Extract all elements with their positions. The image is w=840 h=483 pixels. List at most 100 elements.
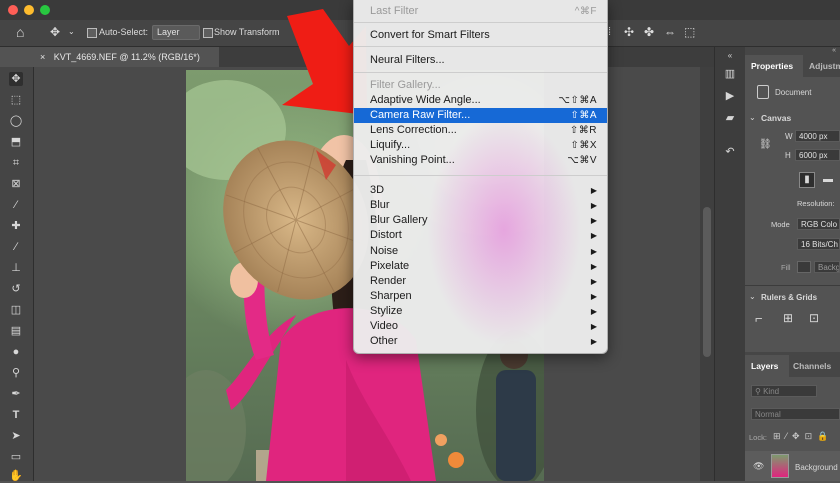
fill-label: Fill bbox=[781, 263, 791, 272]
lock-icons[interactable]: ⊞⁄✥⊡🔒 bbox=[773, 431, 833, 442]
distribute-icon[interactable]: ⁞ bbox=[608, 26, 611, 38]
menu-item-render[interactable]: Render ▶ bbox=[354, 274, 607, 289]
menu-item-neural-filters[interactable]: Neural Filters... bbox=[354, 53, 607, 68]
width-input[interactable]: 4000 px bbox=[795, 130, 840, 142]
collapse-panels-icon[interactable]: « bbox=[723, 49, 737, 63]
tab-adjustments[interactable]: Adjustm bbox=[803, 55, 840, 77]
layer-thumbnail bbox=[771, 454, 789, 478]
tab-channels[interactable]: Channels bbox=[787, 355, 840, 377]
show-transform-label: Show Transform bbox=[214, 27, 280, 37]
fill-swatch[interactable] bbox=[797, 261, 811, 273]
path-selection-tool-icon[interactable]: ➤ bbox=[9, 429, 23, 443]
landscape-orientation-icon[interactable]: ▬ bbox=[820, 172, 836, 188]
mode-select[interactable]: RGB Colo bbox=[797, 218, 840, 230]
kind-placeholder: Kind bbox=[763, 387, 780, 396]
3d-orbit-icon[interactable]: ✣ bbox=[624, 25, 634, 39]
healing-brush-tool-icon[interactable]: ✚ bbox=[9, 219, 23, 233]
3d-scale-icon[interactable]: ⬚ bbox=[684, 25, 695, 39]
show-transform-checkbox[interactable] bbox=[203, 28, 213, 38]
menu-separator bbox=[354, 46, 607, 47]
tab-layers[interactable]: Layers bbox=[745, 355, 789, 377]
blur-tool-icon[interactable]: ● bbox=[9, 345, 23, 359]
crop-tool-icon[interactable]: ⌗ bbox=[9, 156, 23, 170]
menu-item-noise[interactable]: Noise ▶ bbox=[354, 244, 607, 259]
collapse-icon[interactable]: « bbox=[745, 47, 840, 55]
menu-separator bbox=[354, 72, 607, 73]
home-icon[interactable]: ⌂ bbox=[16, 24, 24, 40]
layer-kind-filter[interactable]: ⚲ Kind bbox=[751, 385, 817, 397]
history-panel-icon[interactable]: ▥ bbox=[723, 67, 737, 81]
pixel-grid-icon[interactable]: ⊡ bbox=[809, 311, 819, 325]
menu-item-adaptive-wide-angle[interactable]: Adaptive Wide Angle... ⌥⇧⌘A bbox=[354, 93, 607, 108]
scrollbar-thumb[interactable] bbox=[703, 207, 711, 357]
menu-item-filter-gallery[interactable]: Filter Gallery... bbox=[354, 78, 607, 93]
canvas-vertical-scrollbar[interactable] bbox=[700, 67, 714, 481]
close-window-button[interactable] bbox=[8, 5, 18, 15]
history-brush-panel-icon[interactable]: ↶ bbox=[723, 145, 737, 159]
eyedropper-tool-icon[interactable]: ⁄ bbox=[9, 198, 23, 212]
chevron-down-icon[interactable]: ⌄ bbox=[68, 27, 75, 36]
tab-close-icon[interactable]: × bbox=[40, 52, 45, 62]
background-select[interactable]: Backg bbox=[814, 261, 840, 273]
menu-item-camera-raw-filter[interactable]: Camera Raw Filter... ⇧⌘A bbox=[354, 108, 607, 123]
menu-item-blur-gallery[interactable]: Blur Gallery ▶ bbox=[354, 213, 607, 228]
auto-select-dropdown[interactable]: Layer bbox=[152, 25, 200, 40]
blend-mode-select[interactable]: Normal bbox=[751, 408, 840, 420]
frame-tool-icon[interactable]: ⊠ bbox=[9, 177, 23, 191]
object-select-tool-icon[interactable]: ⬒ bbox=[9, 135, 23, 149]
submenu-arrow-icon: ▶ bbox=[590, 216, 597, 225]
type-tool-icon[interactable]: T bbox=[9, 408, 23, 422]
submenu-arrow-icon: ▶ bbox=[590, 292, 597, 301]
width-label: W bbox=[785, 132, 793, 141]
zoom-window-button[interactable] bbox=[40, 5, 50, 15]
eraser-tool-icon[interactable]: ◫ bbox=[9, 303, 23, 317]
rulers-chevron-icon[interactable]: ⌄ bbox=[749, 292, 756, 301]
lasso-tool-icon[interactable]: ◯ bbox=[9, 114, 23, 128]
document-tab[interactable]: × KVT_4669.NEF @ 11.2% (RGB/16*) bbox=[34, 47, 219, 67]
menu-item-lens-correction[interactable]: Lens Correction... ⇧⌘R bbox=[354, 123, 607, 138]
brush-tool-icon[interactable]: ∕ bbox=[9, 240, 23, 254]
menu-item-last-filter[interactable]: Last Filter ^⌘F bbox=[354, 4, 607, 19]
menu-item-stylize[interactable]: Stylize ▶ bbox=[354, 304, 607, 319]
rectangle-tool-icon[interactable]: ▭ bbox=[9, 450, 23, 464]
move-tool-icon[interactable]: ✥ bbox=[50, 25, 60, 39]
menu-item-blur[interactable]: Blur ▶ bbox=[354, 198, 607, 213]
mode-label: Mode bbox=[771, 220, 790, 229]
resolution-label: Resolution: bbox=[797, 199, 835, 208]
menu-item-other[interactable]: Other ▶ bbox=[354, 334, 607, 349]
height-label: H bbox=[785, 151, 791, 160]
clone-stamp-tool-icon[interactable]: ⊥ bbox=[9, 261, 23, 275]
menu-item-video[interactable]: Video ▶ bbox=[354, 319, 607, 334]
actions-play-icon[interactable]: ▶ bbox=[723, 89, 737, 103]
link-dimensions-icon[interactable]: ⛓ bbox=[759, 139, 772, 150]
dodge-tool-icon[interactable]: ⚲ bbox=[9, 366, 23, 380]
menu-item-3d[interactable]: 3D ▶ bbox=[354, 183, 607, 198]
submenu-arrow-icon: ▶ bbox=[590, 247, 597, 256]
menu-item-distort[interactable]: Distort ▶ bbox=[354, 228, 607, 243]
minimize-window-button[interactable] bbox=[24, 5, 34, 15]
rulers-grids-title: Rulers & Grids bbox=[761, 293, 818, 302]
menu-item-vanishing-point[interactable]: Vanishing Point... ⌥⌘V bbox=[354, 153, 607, 168]
menu-item-pixelate[interactable]: Pixelate ▶ bbox=[354, 259, 607, 274]
rulers-icon[interactable]: ⌐ bbox=[755, 311, 763, 326]
portrait-orientation-icon[interactable]: ▮ bbox=[799, 172, 815, 188]
move-tool-icon[interactable]: ✥ bbox=[9, 72, 23, 86]
comments-panel-icon[interactable]: ▰ bbox=[723, 111, 737, 125]
visibility-eye-icon[interactable]: 👁 bbox=[753, 461, 764, 472]
auto-select-checkbox[interactable] bbox=[87, 28, 97, 38]
history-brush-tool-icon[interactable]: ↺ bbox=[9, 282, 23, 296]
pen-tool-icon[interactable]: ✒ bbox=[9, 387, 23, 401]
menu-item-liquify[interactable]: Liquify... ⇧⌘X bbox=[354, 138, 607, 153]
gradient-tool-icon[interactable]: ▤ bbox=[9, 324, 23, 338]
marquee-tool-icon[interactable]: ⬚ bbox=[9, 93, 23, 107]
height-input[interactable]: 6000 px bbox=[795, 149, 840, 161]
grid-icon[interactable]: ⊞ bbox=[783, 311, 793, 325]
3d-slide-icon[interactable]: ⇔ bbox=[664, 25, 676, 39]
canvas-chevron-icon[interactable]: ⌄ bbox=[749, 113, 756, 122]
tab-properties[interactable]: Properties bbox=[745, 55, 803, 77]
bit-depth-select[interactable]: 16 Bits/Ch bbox=[797, 238, 840, 250]
filter-menu: Last Filter ^⌘F Convert for Smart Filter… bbox=[353, 0, 608, 354]
menu-item-sharpen[interactable]: Sharpen ▶ bbox=[354, 289, 607, 304]
3d-pan-icon[interactable]: ✤ bbox=[644, 25, 654, 39]
menu-item-convert-smart-filters[interactable]: Convert for Smart Filters bbox=[354, 28, 607, 43]
